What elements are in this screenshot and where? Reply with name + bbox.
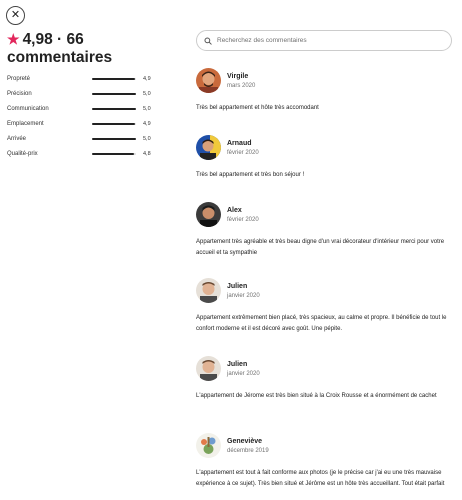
category-label: Précision: [7, 91, 32, 97]
category-row-arrivee: Arrivée 5,0: [7, 134, 155, 149]
category-bar: [92, 138, 136, 140]
category-bar-fill: [92, 123, 136, 125]
category-label: Arrivée: [7, 136, 27, 142]
category-row-communication: Communication 5,0: [7, 104, 155, 119]
category-label: Communication: [7, 106, 49, 112]
category-bar-fill: [92, 78, 136, 80]
category-value: 5,0: [143, 106, 151, 112]
reviewer-name: Julien: [227, 283, 248, 290]
category-row-qualite-prix: Qualité-prix 4,8: [7, 149, 155, 164]
rating-heading: ★ 4,98 · 66 commentaires: [7, 30, 155, 67]
search-icon: [204, 36, 212, 45]
category-label: Emplacement: [7, 121, 44, 127]
review-date: février 2020: [227, 150, 259, 156]
close-button[interactable]: ✕: [6, 6, 25, 25]
category-bar: [92, 108, 136, 110]
avatar[interactable]: [196, 135, 221, 160]
rating-value: 4,98: [22, 31, 53, 48]
category-bar: [92, 78, 136, 80]
rating-separator: ·: [57, 31, 63, 48]
category-value: 4,9: [143, 121, 151, 127]
reviewer-name: Geneviève: [227, 438, 263, 445]
review-date: mars 2020: [227, 83, 256, 89]
category-bar-fill: [92, 108, 136, 110]
category-value: 5,0: [143, 91, 151, 97]
review-date: décembre 2019: [227, 448, 269, 454]
search-input[interactable]: [217, 37, 437, 44]
category-bar-fill: [92, 138, 136, 140]
avatar[interactable]: [196, 356, 221, 381]
avatar[interactable]: [196, 433, 221, 458]
review-text: L'appartement de Jérome est très bien si…: [196, 393, 437, 399]
review-text: Appartement extrêmement bien placé, très…: [196, 315, 447, 332]
review-text: L'appartement est tout à fait conforme a…: [196, 470, 445, 487]
avatar[interactable]: [196, 278, 221, 303]
review-count: 66: [66, 31, 84, 48]
avatar[interactable]: [196, 202, 221, 227]
reviewer-name: Arnaud: [227, 140, 252, 147]
reviewer-name: Alex: [227, 207, 242, 214]
category-bar: [92, 153, 136, 155]
review-count-label: commentaires: [7, 49, 113, 66]
category-row-proprete: Propreté 4,9: [7, 74, 155, 89]
review-date: janvier 2020: [227, 293, 260, 299]
category-value: 4,8: [143, 151, 151, 157]
review-text: Appartement très agréable et très beau d…: [196, 239, 445, 256]
review-text: Très bel appartement et hôte très accomo…: [196, 105, 319, 111]
rating-summary: ★ 4,98 · 66 commentaires: [7, 30, 155, 67]
category-bar: [92, 123, 136, 125]
category-bar-fill: [92, 153, 135, 155]
category-bar-fill: [92, 93, 136, 95]
category-ratings: Propreté 4,9 Précision 5,0 Communication…: [7, 74, 155, 164]
category-row-emplacement: Emplacement 4,9: [7, 119, 155, 134]
review-date: janvier 2020: [227, 371, 260, 377]
avatar[interactable]: [196, 68, 221, 93]
category-row-precision: Précision 5,0: [7, 89, 155, 104]
reviewer-name: Virgile: [227, 73, 249, 80]
review-text: Très bel appartement et très bon séjour …: [196, 172, 305, 178]
category-value: 4,9: [143, 76, 151, 82]
category-value: 5,0: [143, 136, 151, 142]
category-bar: [92, 93, 136, 95]
reviewer-name: Julien: [227, 361, 248, 368]
star-icon: ★: [7, 31, 20, 47]
category-label: Qualité-prix: [7, 151, 38, 157]
category-label: Propreté: [7, 76, 31, 82]
review-date: février 2020: [227, 217, 259, 223]
search-bar[interactable]: [196, 30, 452, 51]
close-icon: ✕: [10, 9, 21, 21]
